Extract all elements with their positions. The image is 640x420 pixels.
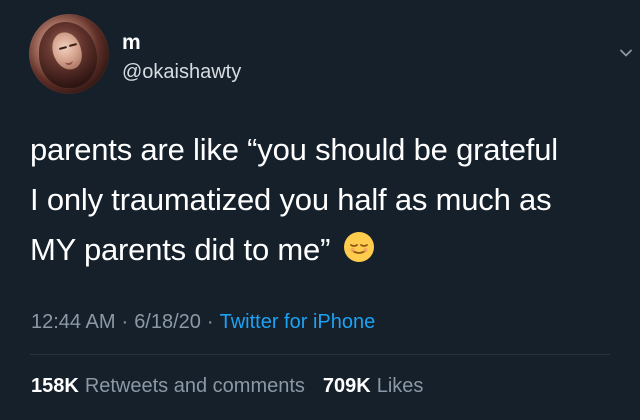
tweet-time[interactable]: 12:44 AM <box>31 311 116 333</box>
likes-count[interactable]: 709K <box>323 375 371 397</box>
author-name[interactable]: m <box>122 32 141 53</box>
meta-separator-2: · <box>206 311 214 333</box>
author-handle[interactable]: @okaishawty <box>122 62 241 82</box>
tweet-line-3: MY parents did to me” <box>30 232 331 267</box>
avatar[interactable] <box>29 14 109 94</box>
retweets-label[interactable]: Retweets and comments <box>85 375 305 397</box>
tweet-line-2: I only traumatized you half as much as <box>30 182 552 217</box>
relieved-face-icon <box>342 230 376 264</box>
tweet-stats: 158K Retweets and comments 709K Likes <box>31 376 423 396</box>
tweet-line-1: parents are like “you should be grateful <box>30 132 558 167</box>
tweet-date[interactable]: 6/18/20 <box>134 311 201 333</box>
chevron-down-icon[interactable] <box>618 45 634 61</box>
tweet-card: m @okaishawty parents are like “you shou… <box>0 0 640 420</box>
likes-label[interactable]: Likes <box>377 375 424 397</box>
retweets-count[interactable]: 158K <box>31 375 79 397</box>
tweet-meta: 12:44 AM · 6/18/20 · Twitter for iPhone <box>31 312 375 332</box>
tweet-source-link[interactable]: Twitter for iPhone <box>220 311 376 333</box>
tweet-text: parents are like “you should be grateful… <box>30 125 615 275</box>
tweet-header: m @okaishawty <box>29 14 632 96</box>
meta-separator-1: · <box>121 311 129 333</box>
stats-divider <box>30 354 610 355</box>
